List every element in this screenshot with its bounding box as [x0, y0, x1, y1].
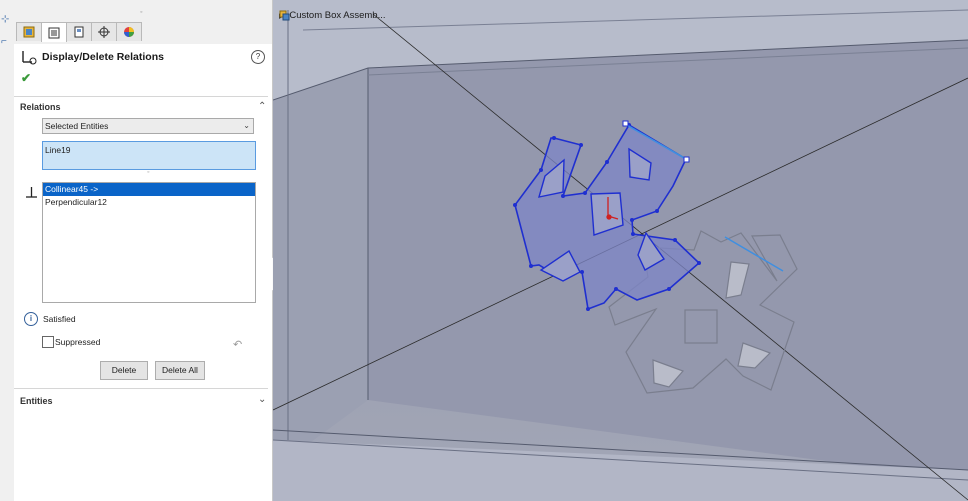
relation-item-perpendicular[interactable]: Perpendicular12: [43, 196, 255, 209]
delete-all-button[interactable]: Delete All: [155, 361, 205, 380]
configuration-manager-tab[interactable]: [66, 22, 92, 41]
chevron-down-icon: ⌄: [243, 121, 250, 130]
dim-xpert-tab[interactable]: [91, 22, 117, 41]
box-left-wall: [273, 68, 368, 470]
panel-grip[interactable]: ◦: [140, 9, 142, 16]
sketch-icon[interactable]: ⊹: [1, 14, 9, 25]
model-view[interactable]: [273, 0, 968, 501]
chevron-down-icon[interactable]: ⌄: [258, 394, 266, 405]
page-title: Display/Delete Relations: [42, 51, 164, 63]
suppressed-label[interactable]: Suppressed: [55, 337, 100, 347]
help-icon[interactable]: ?: [251, 50, 265, 64]
relations-filter-value: Selected Entities: [45, 121, 109, 131]
property-manager-panel: ◦ Display/Delete Relations ? ✔ Relations…: [14, 0, 273, 501]
property-manager-tab[interactable]: [41, 22, 67, 42]
relation-icon[interactable]: ⌐: [1, 36, 7, 47]
display-manager-tab[interactable]: [116, 22, 142, 41]
selected-entities-box[interactable]: Line19: [42, 141, 256, 170]
left-edge-strip: ⊹ ⌐: [0, 0, 14, 501]
feature-tree-flyout[interactable]: ▶ Custom Box Assemb...: [279, 10, 385, 21]
relations-section-title[interactable]: Relations: [20, 102, 61, 112]
line-endpoint-handle: [683, 156, 690, 163]
graphics-area[interactable]: ▶ Custom Box Assemb...: [273, 0, 968, 501]
ok-checkmark-icon[interactable]: ✔: [21, 71, 31, 85]
entities-section-title[interactable]: Entities: [20, 396, 53, 406]
assembly-name[interactable]: Custom Box Assemb...: [289, 10, 385, 21]
section-divider: [14, 388, 268, 389]
info-icon: i: [24, 312, 38, 326]
undo-icon[interactable]: ↶: [233, 338, 242, 351]
line-endpoint-handle: [622, 120, 629, 127]
relation-type-icon: [26, 187, 37, 198]
selected-entity-item[interactable]: Line19: [45, 145, 71, 155]
assembly-icon: [279, 10, 290, 21]
delete-button[interactable]: Delete: [100, 361, 148, 380]
suppressed-checkbox[interactable]: [42, 336, 54, 348]
relations-filter-select[interactable]: Selected Entities ⌄: [42, 118, 254, 134]
relations-list[interactable]: Collinear45 -> Perpendicular12: [42, 182, 256, 303]
relation-item-collinear[interactable]: Collinear45 ->: [43, 183, 255, 196]
resize-handle[interactable]: ◦: [147, 169, 149, 176]
manager-tabs: [16, 22, 142, 42]
feature-manager-tab[interactable]: [16, 22, 42, 41]
relation-status: Satisfied: [43, 314, 76, 324]
display-delete-relations-icon: [22, 51, 37, 65]
chevron-up-icon[interactable]: ⌃: [258, 101, 266, 112]
manager-tab-bar: ◦: [14, 0, 272, 44]
section-divider: [14, 96, 268, 97]
